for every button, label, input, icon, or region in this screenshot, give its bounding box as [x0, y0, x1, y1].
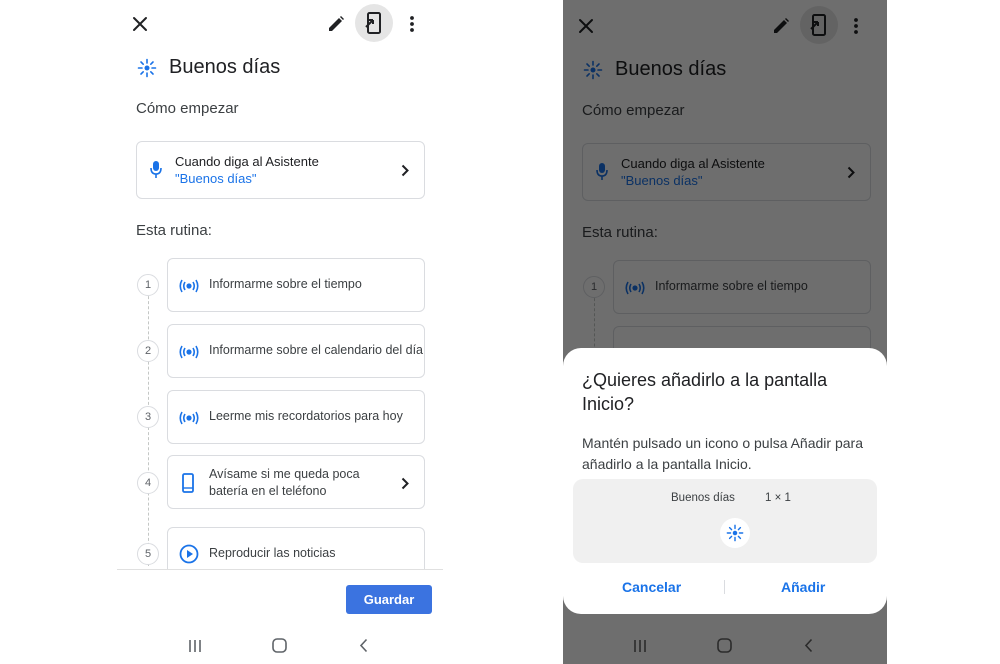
routine-screen: Buenos días Cómo empezar Cuando diga al … [117, 0, 443, 664]
step-number: 3 [137, 406, 159, 428]
routine-step-calendar[interactable]: Informarme sobre el calendario del día [167, 324, 425, 378]
cancel-button[interactable]: Cancelar [622, 579, 681, 595]
step-label: Leerme mis recordatorios para hoy [209, 409, 403, 423]
broadcast-icon [179, 411, 199, 425]
sparkle-icon [137, 58, 157, 77]
edit-pencil-icon [329, 16, 344, 31]
add-button[interactable]: Añadir [781, 579, 825, 595]
step-number: 5 [137, 543, 159, 565]
bottom-divider [117, 569, 443, 570]
step-number: 4 [137, 472, 159, 494]
page-title: Buenos días [169, 56, 281, 78]
home-icon[interactable] [717, 638, 732, 653]
phone-icon [182, 473, 194, 493]
save-button[interactable]: Guardar [346, 585, 432, 614]
recents-icon[interactable] [633, 639, 647, 653]
trigger-card[interactable]: Cuando diga al Asistente "Buenos días" [136, 141, 425, 199]
routine-step-reminders[interactable]: Leerme mis recordatorios para hoy [167, 390, 425, 444]
mic-icon [150, 161, 162, 178]
routine-title-row: Buenos días [137, 56, 280, 79]
system-nav-bar [117, 631, 443, 661]
sparkle-icon [726, 524, 744, 542]
home-icon[interactable] [272, 638, 287, 653]
section-start-heading: Cómo empezar [136, 100, 239, 117]
widget-preview[interactable]: Buenos días 1 × 1 [573, 479, 877, 563]
close-button[interactable] [121, 5, 159, 43]
broadcast-icon [179, 345, 199, 359]
step-label: Reproducir las noticias [209, 546, 336, 560]
step-number: 2 [137, 340, 159, 362]
dialog-button-divider [724, 580, 725, 594]
edit-button[interactable] [317, 5, 355, 43]
step-label: Avísame si me queda poca batería en el t… [209, 467, 360, 498]
routine-screen-with-dialog: Buenos días Cómo empezar Cuando diga al … [563, 0, 887, 664]
broadcast-icon [179, 279, 199, 293]
section-routine-heading: Esta rutina: [136, 222, 212, 239]
dialog-body: Mantén pulsado un icono o pulsa Añadir p… [582, 435, 863, 472]
add-to-home-icon [365, 12, 381, 34]
play-icon [179, 544, 199, 564]
more-vert-icon [410, 16, 414, 32]
routine-step-battery[interactable]: Avísame si me queda poca batería en el t… [167, 455, 425, 509]
dialog-title: ¿Quieres añadirlo a la pantalla Inicio? [582, 370, 828, 414]
chevron-right-icon [401, 477, 409, 490]
trigger-phrase: "Buenos días" [175, 171, 257, 186]
recents-icon[interactable] [188, 639, 202, 653]
back-icon[interactable] [359, 638, 368, 653]
step-label: Informarme sobre el tiempo [209, 277, 362, 291]
trigger-label: Cuando diga al Asistente [175, 154, 319, 169]
routine-screen-content: Buenos días Cómo empezar Cuando diga al … [117, 0, 443, 664]
step-label: Informarme sobre el calendario del día [209, 343, 424, 357]
widget-sparkle-badge [720, 518, 750, 548]
widget-name: Buenos días [671, 492, 735, 504]
add-to-home-button[interactable] [355, 4, 393, 42]
more-options-button[interactable] [393, 5, 431, 43]
system-nav-bar [563, 631, 887, 661]
add-to-home-dialog: ¿Quieres añadirlo a la pantalla Inicio? … [563, 348, 887, 614]
widget-size: 1 × 1 [765, 492, 791, 504]
back-icon[interactable] [804, 638, 813, 653]
close-icon [133, 17, 147, 31]
chevron-right-icon [401, 164, 409, 177]
routine-step-weather[interactable]: Informarme sobre el tiempo [167, 258, 425, 312]
step-number: 1 [137, 274, 159, 296]
